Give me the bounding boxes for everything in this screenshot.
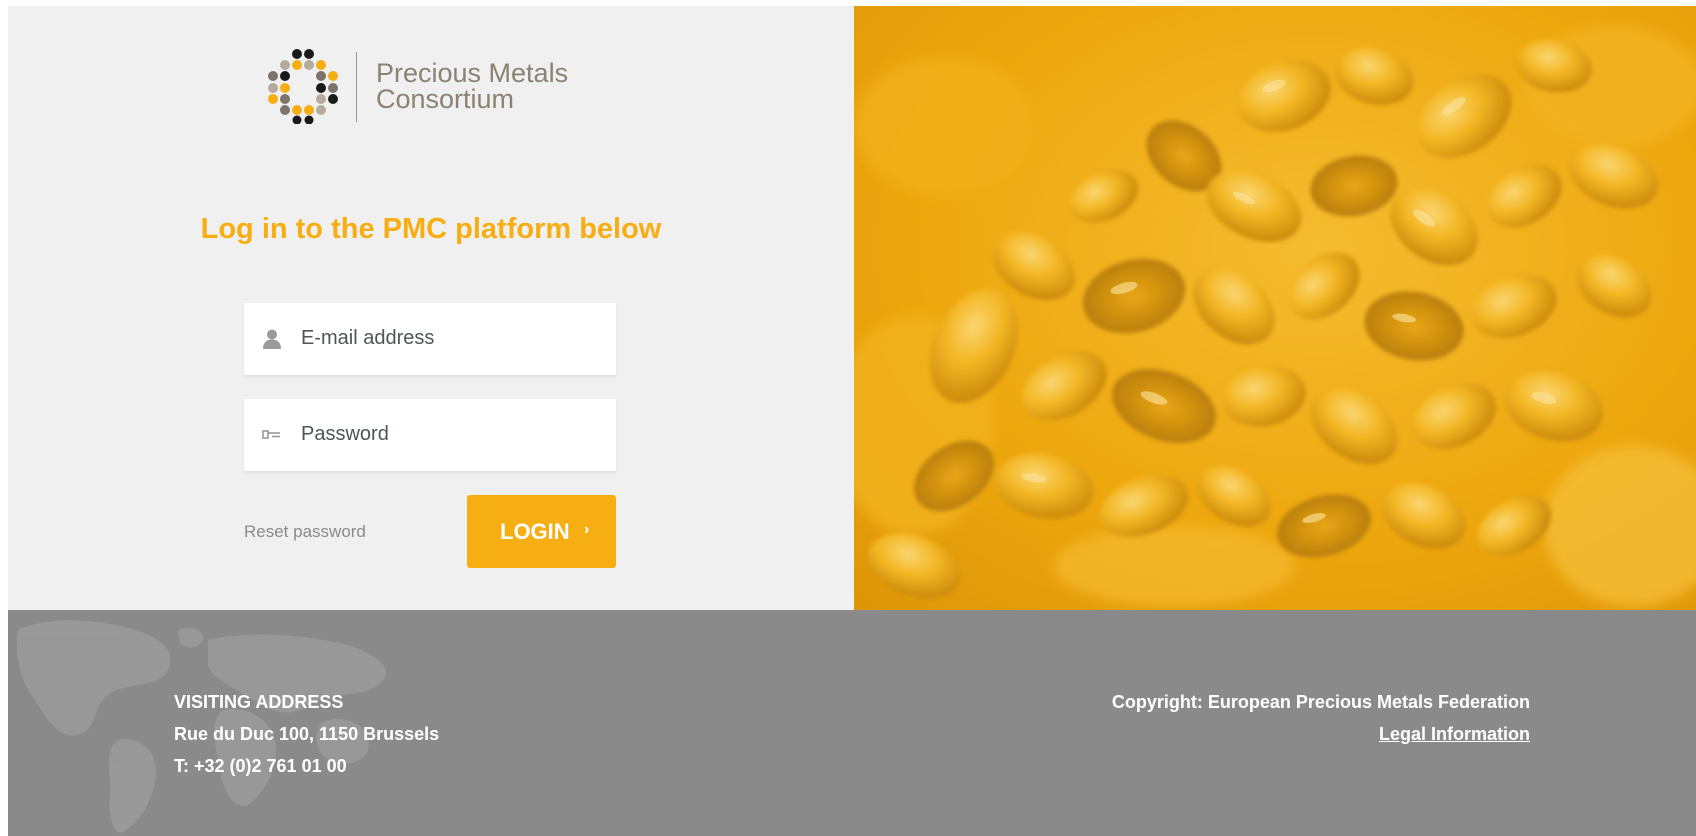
copyright-text: Copyright: European Precious Metals Fede…	[1111, 692, 1530, 712]
copyright-block: Copyright: European Precious Metals Fede…	[1112, 686, 1530, 750]
chevron-right-icon: ›	[584, 521, 590, 538]
reset-password-link[interactable]: Reset password	[244, 522, 366, 542]
visiting-address: VISITING ADDRESS Rue du Duc 100, 1150 Br…	[174, 686, 439, 782]
page: Precious Metals Consortium Log in to the…	[8, 6, 1696, 836]
address-phone: T: +32 (0)2 761 01 00	[174, 756, 347, 776]
login-panel: Precious Metals Consortium Log in to the…	[8, 6, 854, 610]
footer: VISITING ADDRESS Rue du Duc 100, 1150 Br…	[8, 610, 1696, 836]
logo-divider	[356, 52, 357, 122]
brand-name-line2: Consortium	[376, 84, 515, 114]
password-field[interactable]	[244, 399, 616, 472]
user-icon	[263, 329, 281, 349]
password-input[interactable]	[301, 399, 601, 469]
login-heading: Log in to the PMC platform below	[200, 213, 662, 245]
gold-grains-illustration	[854, 6, 1696, 610]
address-street: Rue du Duc 100, 1150 Brussels	[174, 724, 440, 744]
pmc-logo[interactable]: Precious Metals Consortium	[268, 48, 608, 128]
brand-name-line1: Precious Metals	[376, 58, 569, 88]
key-icon	[262, 430, 280, 439]
login-button[interactable]: LOGIN ›	[467, 495, 616, 568]
brand-name: Precious Metals Consortium	[376, 58, 569, 114]
dotted-diamond-logo-icon	[268, 49, 338, 124]
legal-information-link[interactable]: Legal Information	[1379, 724, 1530, 744]
hero-gold-image	[854, 6, 1696, 610]
address-title: VISITING ADDRESS	[174, 692, 344, 712]
email-input[interactable]	[301, 303, 601, 373]
login-button-label: LOGIN	[500, 519, 570, 544]
email-field[interactable]	[244, 303, 616, 376]
